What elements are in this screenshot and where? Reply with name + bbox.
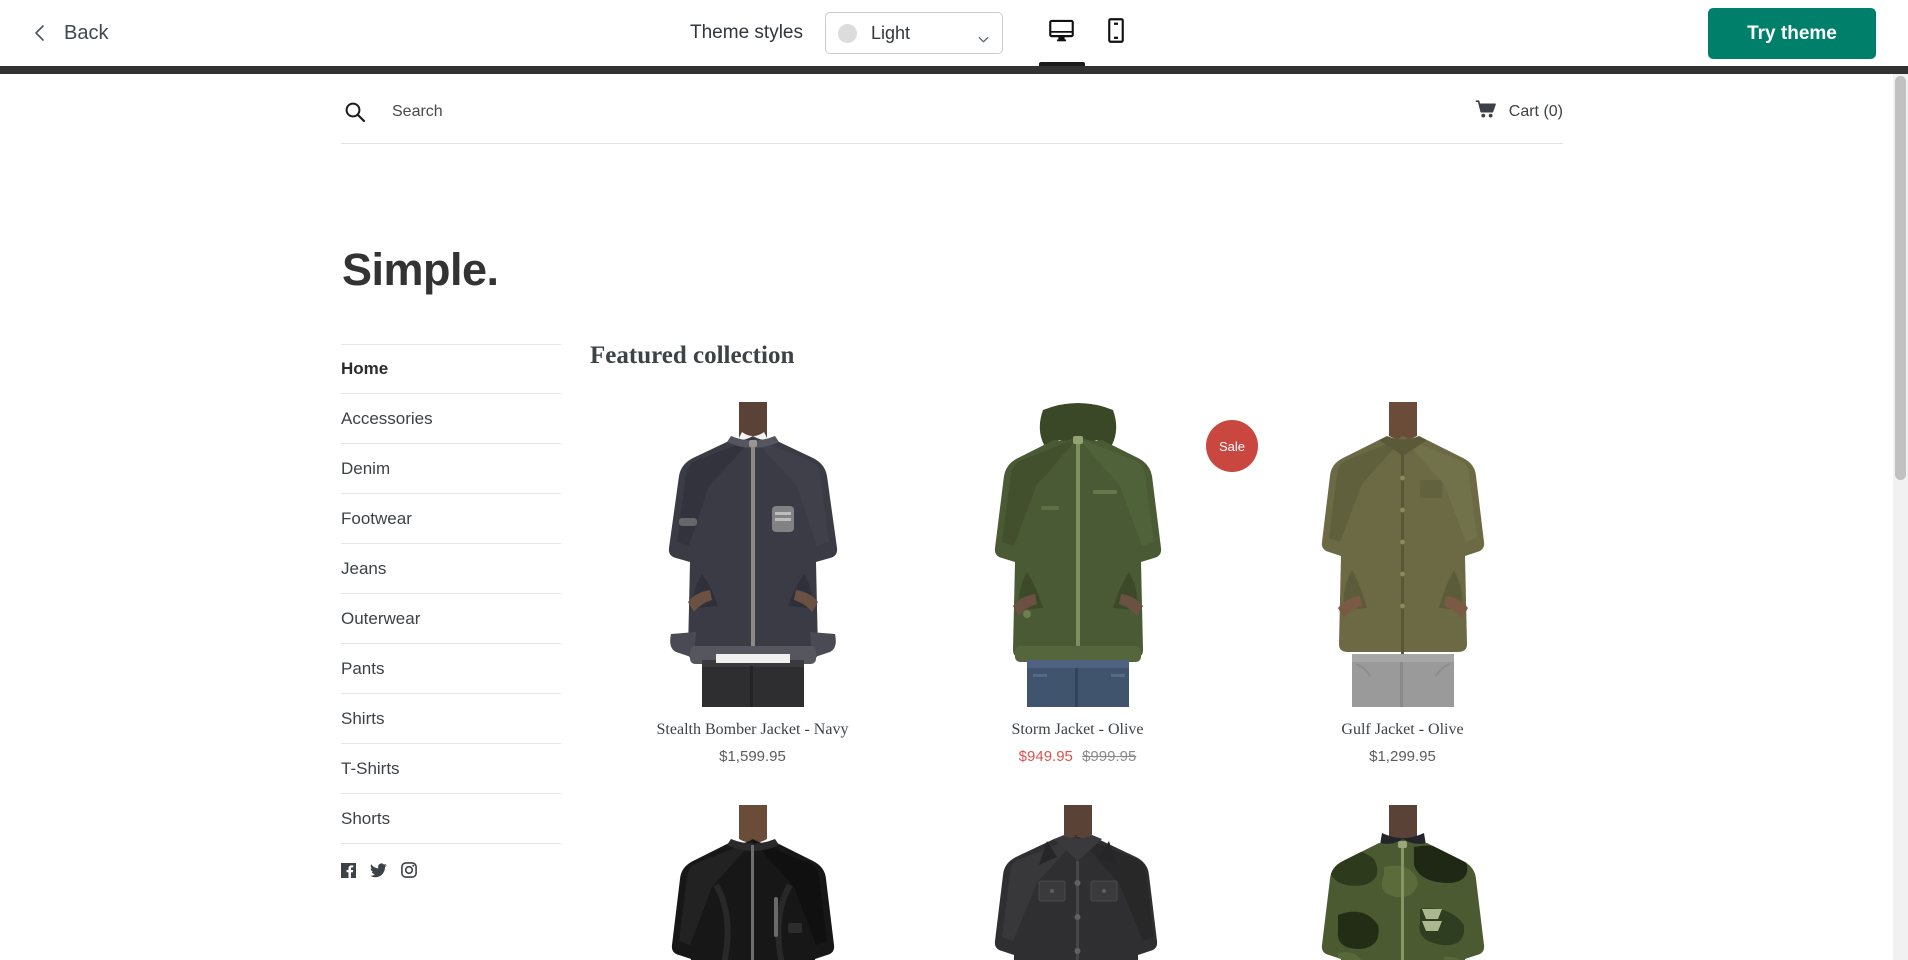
price-sale-value: $949.95 xyxy=(1018,748,1073,765)
sidebar-item-accessories[interactable]: Accessories xyxy=(341,394,561,444)
sidebar-item-footwear[interactable]: Footwear xyxy=(341,494,561,544)
cart-link[interactable]: Cart (0) xyxy=(1475,99,1563,124)
featured-collection: Featured collection Stealth Bomber Jacke… xyxy=(590,342,1565,960)
product-price: $1,599.95 xyxy=(719,748,786,765)
mobile-icon xyxy=(1104,17,1128,49)
sidebar-item-shorts[interactable]: Shorts xyxy=(341,794,561,844)
product-price: $1,299.95 xyxy=(1369,748,1436,765)
sidebar-nav: Home Accessories Denim Footwear Jeans Ou… xyxy=(341,344,561,883)
sidebar-item-tshirts[interactable]: T-Shirts xyxy=(341,744,561,794)
instagram-icon[interactable] xyxy=(401,862,417,883)
product-image xyxy=(968,402,1187,707)
preview-top-divider xyxy=(0,66,1908,74)
theme-style-selected-value: Light xyxy=(870,22,911,43)
sale-badge: Sale xyxy=(1206,420,1258,472)
product-image xyxy=(1293,805,1512,960)
product-image xyxy=(643,805,862,960)
cart-icon xyxy=(1475,99,1497,124)
product-title: Storm Jacket - Olive xyxy=(1011,721,1144,738)
preview-scrollbar-thumb[interactable] xyxy=(1895,76,1906,480)
sidebar-item-jeans[interactable]: Jeans xyxy=(341,544,561,594)
price-value: $1,599.95 xyxy=(719,748,786,765)
sidebar-item-outerwear[interactable]: Outerwear xyxy=(341,594,561,644)
product-image xyxy=(643,402,862,707)
twitter-icon[interactable] xyxy=(370,863,387,883)
preview-scrollbar-track[interactable] xyxy=(1893,74,1908,960)
try-theme-button[interactable]: Try theme xyxy=(1708,8,1876,59)
theme-style-select[interactable]: Light xyxy=(824,12,1003,54)
sidebar-item-shirts[interactable]: Shirts xyxy=(341,694,561,744)
theme-preview-toolbar: Back Theme styles Light Try theme xyxy=(0,0,1908,66)
store-header: Cart (0) xyxy=(341,80,1563,144)
sidebar-item-home[interactable]: Home xyxy=(341,344,561,394)
social-links xyxy=(341,862,561,883)
product-title: Stealth Bomber Jacket - Navy xyxy=(656,721,849,738)
product-illustration xyxy=(643,402,862,707)
style-swatch-icon xyxy=(837,23,857,43)
device-tab-desktop[interactable] xyxy=(1035,0,1089,66)
product-price: $949.95 $999.95 xyxy=(1019,748,1137,765)
product-image xyxy=(968,805,1187,960)
product-card[interactable]: Gulf Jacket - Olive $1,299.95 xyxy=(1240,402,1565,765)
product-illustration xyxy=(1293,402,1512,707)
sidebar-item-pants[interactable]: Pants xyxy=(341,644,561,694)
search-input[interactable] xyxy=(392,102,892,121)
product-title: Gulf Jacket - Olive xyxy=(1341,721,1464,738)
storefront-page: Cart (0) Simple. Home Accessories Denim … xyxy=(0,74,1893,960)
theme-style-controls: Theme styles Light xyxy=(690,0,1143,66)
back-label: Back xyxy=(64,21,109,44)
device-tab-mobile[interactable] xyxy=(1089,0,1143,66)
desktop-icon xyxy=(1048,17,1075,49)
product-card[interactable]: Stealth Bomber Jacket - Navy $1,599.95 xyxy=(590,402,915,765)
product-card[interactable] xyxy=(915,805,1240,960)
storefront-preview: Cart (0) Simple. Home Accessories Denim … xyxy=(0,74,1893,960)
theme-styles-label: Theme styles xyxy=(690,22,803,43)
back-button[interactable]: Back xyxy=(30,22,108,45)
facebook-icon[interactable] xyxy=(341,862,356,883)
search-icon[interactable] xyxy=(341,98,369,126)
product-card[interactable] xyxy=(1240,805,1565,960)
store-logo[interactable]: Simple. xyxy=(342,244,499,296)
chevron-left-icon xyxy=(30,23,50,43)
product-illustration xyxy=(643,805,862,960)
product-illustration xyxy=(968,805,1187,960)
price-compare-value: $999.95 xyxy=(1082,748,1137,765)
product-card[interactable] xyxy=(590,805,915,960)
cart-label: Cart (0) xyxy=(1508,102,1563,120)
product-grid: Stealth Bomber Jacket - Navy $1,599.95 S… xyxy=(590,402,1565,960)
product-illustration xyxy=(968,402,1187,707)
collection-title: Featured collection xyxy=(590,342,795,369)
device-preview-tabs xyxy=(1035,0,1143,66)
product-image xyxy=(1293,402,1512,707)
product-illustration xyxy=(1293,805,1512,960)
sidebar-item-denim[interactable]: Denim xyxy=(341,444,561,494)
price-value: $1,299.95 xyxy=(1369,748,1436,765)
product-card[interactable]: Sale Storm Jacket - Olive $949.95 $999.9… xyxy=(915,402,1258,765)
